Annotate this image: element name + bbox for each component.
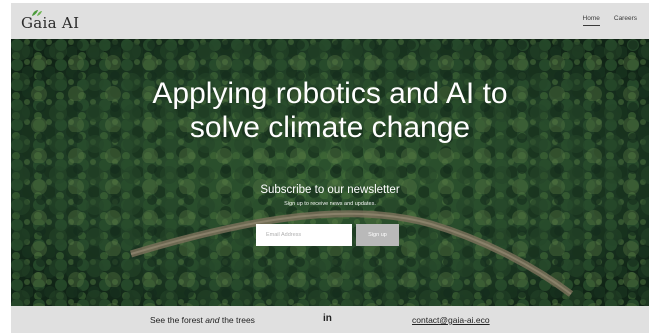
site-header: Gaia AI Home Careers: [11, 3, 649, 39]
newsletter-subtext: Sign up to receive news and updates.: [284, 201, 376, 207]
tagline-part-2: the trees: [219, 315, 255, 325]
tagline-emphasis: and: [205, 315, 220, 325]
logo-text: Gaia AI: [21, 14, 80, 32]
hero-title-line-2: solve climate change: [189, 111, 471, 144]
linkedin-icon[interactable]: in: [323, 313, 332, 325]
hero-title-line-1: Applying robotics and AI to: [152, 77, 508, 110]
email-input[interactable]: [256, 224, 352, 246]
tagline-part-1: See the forest: [150, 315, 206, 325]
signup-button[interactable]: Sign up: [356, 224, 399, 246]
nav-careers[interactable]: Careers: [614, 15, 637, 26]
newsletter-heading: Subscribe to our newsletter: [260, 184, 400, 196]
nav-home[interactable]: Home: [582, 15, 600, 26]
main-nav: Home Careers: [582, 15, 637, 26]
hero-section: Applying robotics and AI to solve climat…: [11, 39, 649, 306]
site-footer: See the forest and the trees in contact@…: [11, 306, 649, 333]
hero-title: Applying robotics and AI to solve climat…: [11, 77, 649, 145]
contact-email-link[interactable]: contact@gaia-ai.eco: [412, 315, 490, 325]
footer-tagline: See the forest and the trees: [150, 315, 255, 325]
leaf-icon: [32, 10, 42, 16]
logo-link[interactable]: Gaia AI: [21, 10, 80, 32]
page-frame: Gaia AI Home Careers Applying robotics a…: [11, 3, 649, 333]
